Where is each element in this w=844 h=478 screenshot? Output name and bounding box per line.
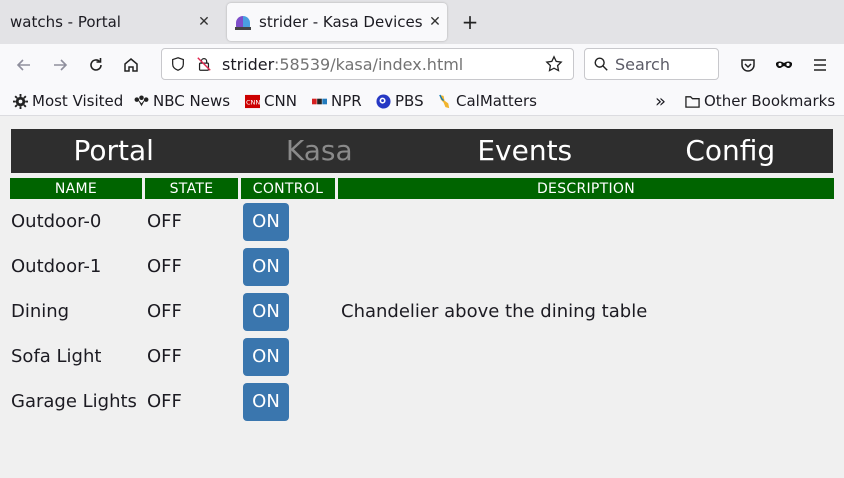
- npr-logo-icon: [311, 93, 327, 109]
- device-state: OFF: [147, 256, 182, 277]
- navigation-toolbar: strider:58539/kasa/index.html Search: [0, 44, 844, 86]
- nav-link-config[interactable]: Config: [628, 129, 834, 173]
- bookmark-label: PBS: [395, 92, 424, 110]
- bookmark-npr[interactable]: NPR: [311, 91, 362, 111]
- device-description: [338, 199, 834, 244]
- table-row: Sofa Light OFF ON: [10, 334, 834, 379]
- device-description: [338, 244, 834, 289]
- mask-icon: [776, 61, 792, 69]
- turn-on-button[interactable]: ON: [243, 202, 289, 241]
- bookmark-pbs[interactable]: PBS: [375, 91, 424, 111]
- url-host: strider: [222, 54, 274, 74]
- turn-on-button[interactable]: ON: [243, 292, 289, 331]
- bookmark-most-visited[interactable]: Most Visited: [12, 91, 123, 111]
- bookmark-label: CNN: [264, 92, 297, 110]
- bookmarks-overflow-button[interactable]: »: [655, 91, 666, 112]
- back-button[interactable]: [11, 52, 37, 78]
- header-control: CONTROL: [241, 178, 338, 199]
- device-description: [338, 379, 834, 424]
- device-name: Dining: [11, 301, 70, 322]
- tab-kasa-devices[interactable]: strider - Kasa Devices ✕: [227, 3, 447, 41]
- tab-title: strider - Kasa Devices: [259, 13, 423, 31]
- new-tab-button[interactable]: +: [458, 10, 482, 34]
- nbc-peacock-icon: [133, 93, 149, 109]
- nav-link-events[interactable]: Events: [422, 129, 628, 173]
- other-bookmarks-folder[interactable]: Other Bookmarks: [684, 91, 835, 111]
- bookmark-star-icon[interactable]: [545, 55, 565, 73]
- close-icon[interactable]: ✕: [423, 14, 447, 30]
- insecure-lock-icon[interactable]: [194, 54, 214, 74]
- device-description: [338, 334, 834, 379]
- bookmark-label: CalMatters: [456, 92, 537, 110]
- pocket-button[interactable]: [735, 52, 761, 78]
- bookmark-label: Most Visited: [32, 92, 124, 110]
- bookmark-cnn[interactable]: CNN CNN: [244, 91, 297, 111]
- device-name: Outdoor-0: [11, 211, 102, 232]
- search-placeholder: Search: [615, 54, 670, 74]
- device-state: OFF: [147, 211, 182, 232]
- turn-on-button[interactable]: ON: [243, 382, 289, 421]
- header-description: DESCRIPTION: [338, 178, 834, 199]
- pocket-icon: [741, 59, 755, 72]
- private-browsing-button[interactable]: [771, 52, 797, 78]
- reload-icon: [90, 58, 102, 71]
- table-row: Garage Lights OFF ON: [10, 379, 834, 424]
- nav-link-kasa[interactable]: Kasa: [217, 129, 423, 173]
- tab-portal[interactable]: watchs - Portal ✕: [0, 0, 224, 44]
- bookmark-label: NPR: [331, 92, 362, 110]
- bookmarks-toolbar: Most Visited NBC News CNN CNN NPR PBS Ca…: [0, 86, 844, 116]
- devices-table: NAME STATE CONTROL DESCRIPTION Outdoor-0…: [10, 178, 834, 424]
- site-nav-bar: Portal Kasa Events Config: [11, 129, 833, 173]
- table-header-row: NAME STATE CONTROL DESCRIPTION: [10, 178, 834, 199]
- home-button[interactable]: [118, 52, 144, 78]
- hamburger-menu-icon: [814, 59, 826, 71]
- bookmark-label: NBC News: [153, 92, 231, 110]
- kasa-favicon-icon: [235, 14, 251, 30]
- url-bar[interactable]: strider:58539/kasa/index.html: [161, 48, 574, 80]
- bookmark-calmatters[interactable]: CalMatters: [436, 91, 537, 111]
- header-name: NAME: [10, 178, 145, 199]
- pbs-logo-icon: [375, 93, 391, 109]
- calmatters-logo-icon: [436, 93, 452, 109]
- shield-icon[interactable]: [168, 54, 188, 74]
- home-icon: [124, 58, 138, 72]
- svg-text:CNN: CNN: [245, 98, 259, 106]
- device-state: OFF: [147, 301, 182, 322]
- url-text[interactable]: strider:58539/kasa/index.html: [222, 55, 545, 74]
- device-state: OFF: [147, 391, 182, 412]
- reload-button[interactable]: [83, 52, 109, 78]
- device-name: Garage Lights: [11, 391, 137, 412]
- close-icon[interactable]: ✕: [192, 14, 216, 30]
- search-icon: [594, 57, 608, 71]
- back-arrow-icon: [16, 59, 30, 71]
- gear-icon: [12, 93, 28, 109]
- device-name: Sofa Light: [11, 346, 102, 367]
- search-input[interactable]: Search: [584, 48, 719, 80]
- header-state: STATE: [145, 178, 241, 199]
- table-row: Dining OFF ON Chandelier above the dinin…: [10, 289, 834, 334]
- bookmark-nbc-news[interactable]: NBC News: [133, 91, 230, 111]
- forward-arrow-icon: [54, 59, 68, 71]
- url-path: :58539/kasa/index.html: [273, 54, 464, 74]
- device-name: Outdoor-1: [11, 256, 102, 277]
- nav-link-portal[interactable]: Portal: [11, 129, 217, 173]
- bookmark-label: Other Bookmarks: [704, 92, 836, 110]
- cnn-logo-icon: CNN: [244, 93, 260, 109]
- device-description: Chandelier above the dining table: [341, 301, 648, 322]
- table-row: Outdoor-0 OFF ON: [10, 199, 834, 244]
- turn-on-button[interactable]: ON: [243, 337, 289, 376]
- tab-strip: watchs - Portal ✕ strider - Kasa Devices…: [0, 0, 844, 44]
- table-row: Outdoor-1 OFF ON: [10, 244, 834, 289]
- device-state: OFF: [147, 346, 182, 367]
- turn-on-button[interactable]: ON: [243, 247, 289, 286]
- folder-icon: [684, 93, 700, 109]
- page-content: Portal Kasa Events Config NAME STATE CON…: [0, 117, 844, 478]
- app-menu-button[interactable]: [807, 52, 833, 78]
- forward-button[interactable]: [47, 52, 73, 78]
